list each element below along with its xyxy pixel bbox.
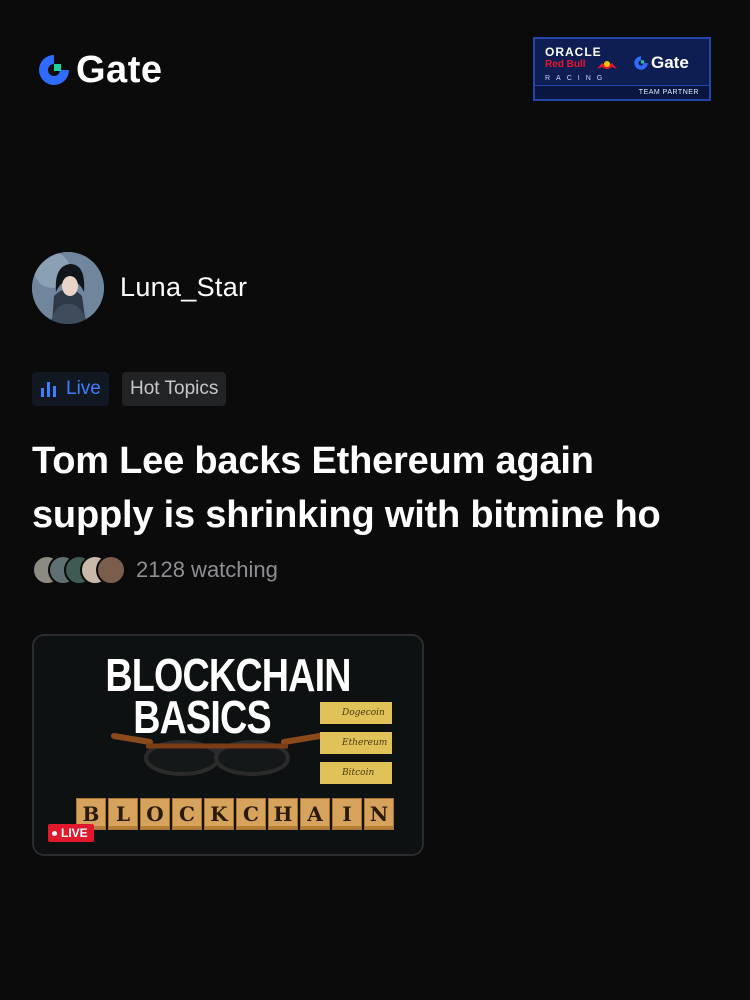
live-tag-label: Live [66,378,101,399]
tile: C [172,798,202,830]
tile: O [140,798,170,830]
bull-icon [597,61,617,69]
avatar[interactable] [32,252,104,324]
watching-count: 2128 watching [136,557,278,582]
live-dot-icon [52,830,57,836]
post-title[interactable]: Tom Lee backs Ethereum again supply is s… [32,434,732,542]
tile: H [268,798,298,830]
sticky-note: Ethereum [320,732,392,754]
hot-topics-label: Hot Topics [130,378,219,399]
live-badge: LIVE [48,824,94,842]
partner-banner[interactable]: ORACLE Red Bull RACING Gate TEAM PARTNER [533,37,711,101]
tile: N [364,798,394,830]
partner-gate-logo: Gate [633,53,689,73]
live-badge-label: LIVE [61,826,88,840]
watcher-avatars [32,554,130,586]
glasses-icon [111,733,323,776]
partner-gate-icon [634,56,648,70]
gate-logo[interactable]: Gate [36,50,162,90]
bar-chart-icon [41,382,56,397]
partner-gate-text: Gate [651,53,689,72]
watchers-row: 2128 watching [32,554,278,586]
avatar-image [32,252,104,324]
tile: A [300,798,330,830]
tile: K [204,798,234,830]
sticky-note: Bitcoin [320,762,392,784]
username[interactable]: Luna_Star [120,272,247,303]
partner-racing-text: RACING [545,75,609,82]
scrabble-tiles: B L O C K C H A I N [76,798,394,830]
watcher-avatar [96,555,126,585]
sticky-note: Dogecoin [320,702,392,724]
live-tag[interactable]: Live [32,372,109,406]
gate-logo-icon [39,55,69,85]
live-stream-card[interactable]: BLOCKCHAIN BASICS Dogecoin Ethereum Bitc… [32,634,424,856]
hot-topics-tag[interactable]: Hot Topics [122,372,227,406]
partner-oracle-text: ORACLE [545,45,602,59]
sticky-notes: Dogecoin Ethereum Bitcoin [320,702,392,792]
tile: I [332,798,362,830]
tile: L [108,798,138,830]
partner-team-text: TEAM PARTNER [535,85,709,99]
partner-redbull-text: Red Bull [545,59,586,70]
logo-text: Gate [76,49,163,91]
tile: C [236,798,266,830]
